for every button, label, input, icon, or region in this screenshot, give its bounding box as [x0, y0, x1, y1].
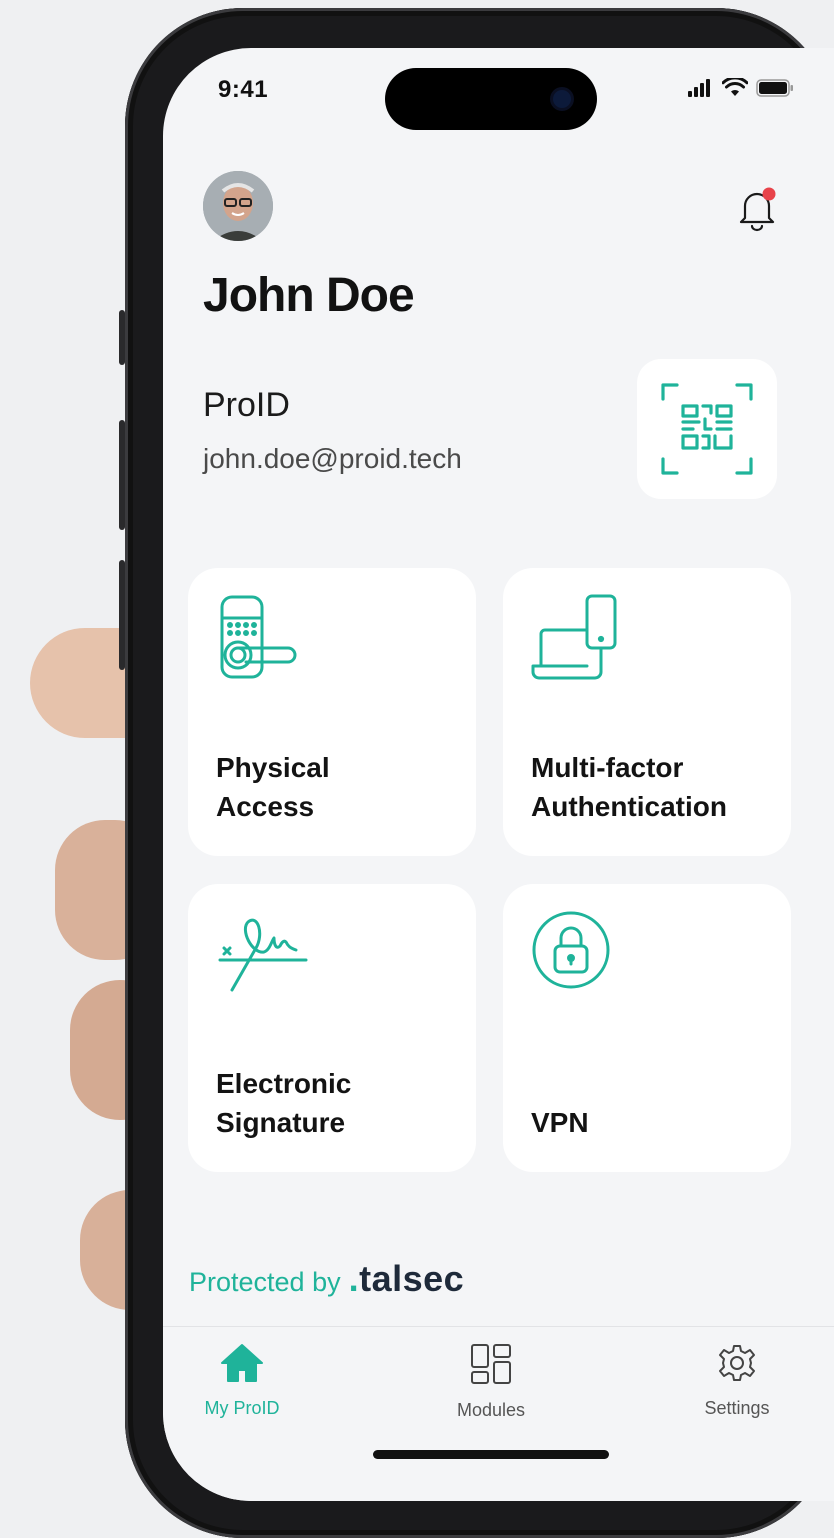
home-indicator[interactable]: [373, 1450, 609, 1459]
cellular-signal-icon: [688, 79, 710, 97]
module-label: Physical Access: [216, 752, 330, 822]
qr-code-button[interactable]: [637, 359, 777, 499]
module-label: Multi-factor Authentication: [531, 752, 727, 822]
dynamic-island: [385, 68, 597, 130]
protected-by-text: Protected by: [189, 1267, 341, 1297]
app-screen: 9:41 John Doe ProID john.doe@proid.tech …: [163, 48, 834, 1501]
module-card-physical-access[interactable]: Physical Access: [188, 568, 476, 856]
status-time: 9:41: [218, 76, 269, 103]
user-email: john.doe@proid.tech: [203, 443, 462, 474]
module-card-mfa[interactable]: Multi-factor Authentication: [503, 568, 791, 856]
protected-by-talsec: Protected by .talsec: [189, 1258, 464, 1300]
modules-grid-icon: [471, 1344, 511, 1384]
notification-bell-button[interactable]: [733, 184, 781, 232]
talsec-logo: .talsec: [348, 1258, 465, 1299]
bell-icon: [739, 187, 776, 232]
tab-modules[interactable]: Modules: [446, 1343, 536, 1421]
status-icons: [688, 78, 794, 98]
gear-icon: [719, 1345, 755, 1381]
notification-dot: [762, 187, 776, 201]
organization-name: ProID: [203, 386, 290, 424]
battery-icon: [756, 79, 793, 97]
lock-icon: [532, 911, 610, 989]
user-name: John Doe: [203, 269, 415, 322]
module-card-vpn[interactable]: VPN: [503, 884, 791, 1172]
tab-my-proid[interactable]: My ProID: [203, 1343, 281, 1419]
wifi-icon: [722, 78, 748, 96]
module-label: Electronic Signature: [216, 1068, 352, 1138]
qr-code-icon: [661, 383, 753, 475]
avatar[interactable]: [203, 171, 273, 241]
signature-icon: [218, 918, 308, 992]
phone-side-button: [119, 560, 125, 670]
module-card-esignature[interactable]: Electronic Signature: [188, 884, 476, 1172]
phone-side-button: [119, 420, 125, 530]
bottom-tab-bar: My ProID Modules Settings: [163, 1326, 834, 1501]
home-icon: [221, 1344, 263, 1382]
avatar-photo: [203, 171, 273, 241]
phone-side-button: [119, 310, 125, 365]
door-lock-icon: [220, 595, 297, 679]
module-label: VPN: [531, 1107, 589, 1138]
devices-icon: [531, 594, 617, 680]
tab-settings[interactable]: Settings: [695, 1343, 779, 1419]
